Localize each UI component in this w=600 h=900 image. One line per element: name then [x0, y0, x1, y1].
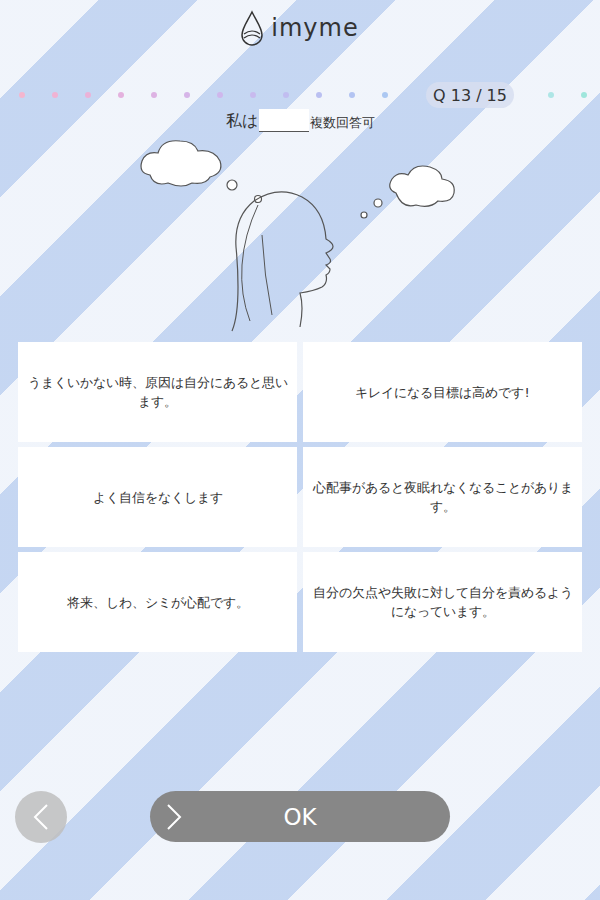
question-blank: [259, 109, 309, 132]
progress-dot: [85, 92, 91, 98]
page: imyme Q 13 / 15私は複数回答可うまくいかない時、原因は自分にあると思…: [0, 0, 600, 900]
progress-dot: [184, 92, 190, 98]
progress-dot: [548, 92, 554, 98]
chevron-left-icon: [31, 803, 51, 831]
progress-dot: [382, 92, 388, 98]
question: 私は複数回答可: [0, 108, 600, 132]
footer: OK: [0, 791, 600, 842]
question-counter: Q 13 / 15: [426, 82, 514, 108]
progress-dot: [349, 92, 355, 98]
progress-dot: [283, 92, 289, 98]
progress-bar: Q 13 / 15: [0, 82, 600, 108]
drop-logo-icon: [241, 10, 263, 46]
chevron-right-icon: [164, 803, 184, 831]
progress-dot: [217, 92, 223, 98]
option-card[interactable]: 自分の欠点や失敗に対して自分を責めるようになっています。: [303, 552, 582, 652]
progress-dot: [250, 92, 256, 98]
thinking-head-icon: [0, 135, 600, 335]
progress-dot: [19, 92, 25, 98]
logo-text: imyme: [271, 14, 358, 42]
ok-button[interactable]: OK: [150, 791, 450, 842]
header: imyme: [0, 0, 600, 56]
progress-dot: [151, 92, 157, 98]
option-card[interactable]: キレイになる目標は高めです!: [303, 342, 582, 442]
progress-dot: [581, 92, 587, 98]
option-card[interactable]: 将来、しわ、シミが心配です。: [18, 552, 297, 652]
option-card[interactable]: よく自信をなくします: [18, 447, 297, 547]
option-card[interactable]: 心配事があると夜眠れなくなることがあります。: [303, 447, 582, 547]
back-button[interactable]: [15, 791, 67, 843]
options-grid: うまくいかない時、原因は自分にあると思います。キレイになる目標は高めです!よく自…: [18, 342, 582, 652]
progress-dot: [118, 92, 124, 98]
progress-dot: [316, 92, 322, 98]
option-card[interactable]: うまくいかない時、原因は自分にあると思います。: [18, 342, 297, 442]
progress-dot: [52, 92, 58, 98]
